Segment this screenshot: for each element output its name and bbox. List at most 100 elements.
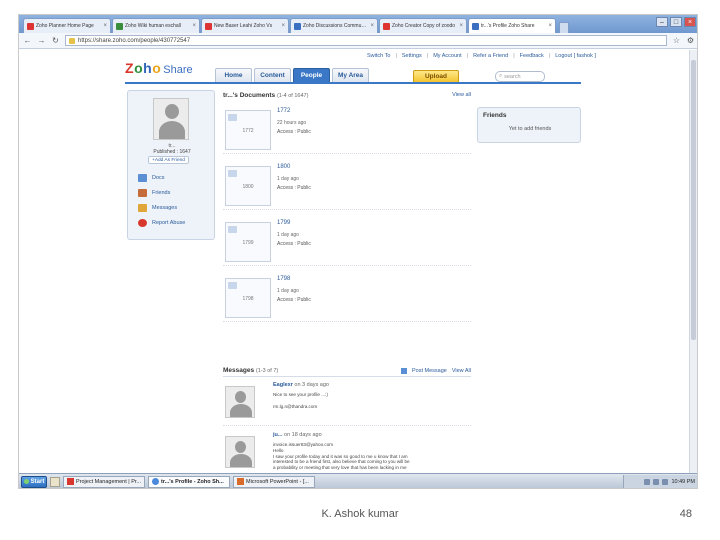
published-count: Published : 1647: [153, 149, 191, 155]
zoho-icon: [27, 22, 34, 30]
message-meta: Eaglexr on 3 days ago: [273, 382, 329, 388]
close-tab-icon[interactable]: ×: [459, 23, 463, 29]
report-abuse-icon: [138, 219, 147, 227]
share-icon: [472, 22, 479, 30]
browser-tab[interactable]: Zoho Planner Home Page ×: [23, 18, 111, 33]
friends-empty-message: Yet to add friends: [508, 126, 552, 132]
close-tab-icon[interactable]: ×: [370, 23, 374, 29]
post-message-icon: [400, 367, 407, 374]
taskbar-item[interactable]: Project Management | Pr...: [63, 475, 145, 488]
document-thumbnail[interactable]: 1798: [225, 278, 271, 318]
document-icon: [228, 170, 237, 177]
document-thumbnail[interactable]: 1799: [225, 222, 271, 262]
chrome-icon: [152, 478, 159, 485]
view-all-messages-link[interactable]: View All: [452, 368, 471, 374]
nav-refer-friend[interactable]: Refer a Friend: [473, 53, 508, 59]
windows-taskbar: Start Project Management | Pr... tr...'s…: [19, 473, 697, 488]
message-item: ju... on 18 days ago invoice.issuer83@ya…: [223, 430, 471, 474]
taskbar-item-active[interactable]: tr...'s Profile - Zoho Sh...: [148, 475, 230, 488]
document-link[interactable]: 1772: [277, 108, 290, 114]
browser-tab[interactable]: New Baser Leahi Zoho Vs ×: [201, 18, 289, 33]
url-field[interactable]: https://share.zoho.com/people/430772547: [65, 35, 667, 46]
zoho-icon: [383, 22, 390, 30]
tab-content[interactable]: Content: [254, 68, 291, 82]
profile-link-friends[interactable]: Friends: [138, 188, 185, 198]
tab-underline: [125, 82, 581, 84]
windows-logo-icon: [23, 479, 29, 484]
security-icon[interactable]: [662, 478, 669, 485]
zoho-share-logo[interactable]: Zoho Share: [125, 60, 193, 76]
browser-tab[interactable]: Zoho Wiki human eschall ×: [112, 18, 200, 33]
document-age: 22 hours ago: [277, 120, 307, 126]
close-icon[interactable]: ×: [684, 17, 696, 27]
tab-my-area[interactable]: My Area: [332, 68, 369, 82]
tab-people[interactable]: People: [293, 68, 330, 82]
message-author-link[interactable]: Eaglexr: [273, 382, 293, 388]
close-tab-icon[interactable]: ×: [103, 23, 107, 29]
message-body: invoice.issuer83@yahoo.com Hello I saw y…: [273, 442, 410, 471]
bookmark-star-icon[interactable]: ☆: [672, 36, 681, 45]
message-author-link[interactable]: ju...: [273, 432, 282, 438]
profile-link-report-abuse[interactable]: Report Abuse: [138, 218, 185, 228]
message-avatar[interactable]: [225, 436, 255, 468]
document-age: 1 day ago: [277, 176, 299, 182]
message-body: Nice to see your profile ...:) rm.lg.n@t…: [273, 392, 328, 409]
document-link[interactable]: 1799: [277, 220, 290, 226]
browser-tab[interactable]: Zoho Creator Copy of zoodo ×: [379, 18, 467, 33]
document-icon: [228, 226, 237, 233]
browser-tab-active[interactable]: tr...'s Profile Zoho Share ×: [468, 18, 556, 33]
documents-header: tr...'s Documents (1-4 of 1647) View all: [223, 90, 471, 100]
scrollbar-thumb[interactable]: [691, 60, 696, 340]
nav-my-account[interactable]: My Account: [433, 53, 461, 59]
close-tab-icon[interactable]: ×: [548, 23, 552, 29]
network-icon[interactable]: [644, 478, 651, 485]
screenshot-frame: Zoho Planner Home Page × Zoho Wiki human …: [18, 14, 698, 489]
friends-icon: [138, 189, 147, 197]
nav-settings[interactable]: Settings: [402, 53, 422, 59]
account-nav: Switch To | Settings | My Account | Refer a…: [367, 53, 596, 59]
taskbar-item[interactable]: Microsoft PowerPoint - [...: [233, 475, 315, 488]
messages-icon: [138, 204, 147, 212]
profile-link-messages[interactable]: Messages: [138, 203, 185, 213]
reload-icon[interactable]: ↻: [51, 36, 60, 45]
document-item: 1800 1800 1 day ago Access : Public: [223, 160, 471, 210]
minimize-icon[interactable]: –: [656, 17, 668, 27]
powerpoint-icon: [237, 478, 244, 485]
nav-feedback[interactable]: Feedback: [520, 53, 544, 59]
start-button[interactable]: Start: [21, 475, 47, 488]
page-scrollbar[interactable]: [689, 50, 697, 477]
document-link[interactable]: 1800: [277, 164, 290, 170]
back-icon[interactable]: ←: [23, 36, 32, 45]
friends-widget: Friends Yet to add friends: [477, 107, 581, 143]
close-tab-icon[interactable]: ×: [192, 23, 196, 29]
document-link[interactable]: 1798: [277, 276, 290, 282]
search-input[interactable]: ⌕ search: [495, 71, 545, 82]
wrench-icon[interactable]: ⚙: [686, 36, 695, 45]
nav-switch-to[interactable]: Switch To: [367, 53, 390, 59]
slide-author: K. Ashok kumar: [321, 508, 399, 520]
logo-zoho: Zoho: [125, 60, 162, 76]
new-tab-button[interactable]: [559, 22, 569, 33]
close-tab-icon[interactable]: ×: [281, 23, 285, 29]
messages-title: Messages (1-3 of 7): [223, 367, 279, 374]
discussions-icon: [294, 22, 301, 30]
document-item: 1772 1772 22 hours ago Access : Public: [223, 104, 471, 154]
forward-icon[interactable]: →: [37, 36, 46, 45]
nav-logout[interactable]: Logout [ fashok ]: [555, 53, 596, 59]
message-meta: ju... on 18 days ago: [273, 432, 322, 438]
maximize-icon[interactable]: □: [670, 17, 682, 27]
logo-share: Share: [163, 64, 193, 76]
quick-launch-icon[interactable]: [50, 476, 60, 487]
document-thumbnail[interactable]: 1800: [225, 166, 271, 206]
add-friend-button[interactable]: + Add As Friend: [148, 156, 189, 164]
document-thumbnail[interactable]: 1772: [225, 110, 271, 150]
post-message-link[interactable]: Post Message: [412, 368, 447, 374]
profile-link-docs[interactable]: Docs: [138, 173, 185, 183]
volume-icon[interactable]: [653, 478, 660, 485]
window-controls: – □ ×: [656, 17, 696, 27]
browser-tab[interactable]: Zoho Discussions Community ×: [290, 18, 378, 33]
profile-panel: tr... Published : 1647 + Add As Friend D…: [127, 90, 215, 240]
view-all-documents-link[interactable]: View all: [452, 92, 471, 98]
message-avatar[interactable]: [225, 386, 255, 418]
tab-home[interactable]: Home: [215, 68, 252, 82]
